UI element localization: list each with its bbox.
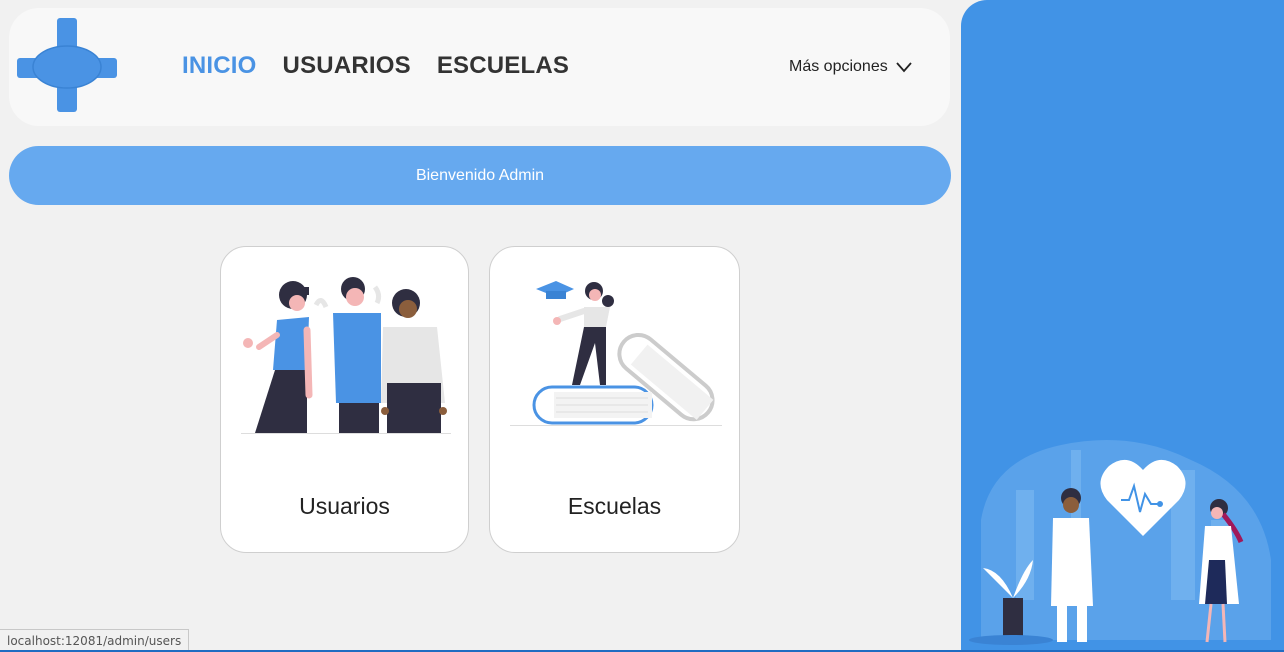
schools-card-label: Escuelas [567, 493, 662, 519]
nav-escuelas[interactable]: ESCUELAS [437, 52, 569, 80]
more-options-label: Más opciones [789, 58, 888, 75]
chevron-down-icon [896, 62, 912, 73]
top-navbar: INICIO USUARIOS ESCUELAS Más opciones [9, 8, 950, 126]
status-url: localhost:12081/admin/users [0, 629, 190, 652]
users-card-label: Usuarios [299, 493, 390, 519]
main-nav: INICIO USUARIOS ESCUELAS [182, 52, 595, 80]
nav-inicio[interactable]: INICIO [182, 52, 257, 80]
side-panel [961, 0, 1284, 652]
doctors-heart-illustration-icon [969, 440, 1271, 645]
users-card[interactable]: Usuarios [220, 246, 469, 553]
people-illustration-icon [241, 277, 451, 434]
nav-usuarios[interactable]: USUARIOS [283, 52, 411, 80]
medical-cross-icon[interactable] [17, 18, 117, 112]
welcome-text: Bienvenido Admin [415, 166, 545, 184]
schools-card[interactable]: Escuelas [489, 246, 740, 553]
more-options-dropdown[interactable]: Más opciones [789, 58, 912, 76]
welcome-banner: Bienvenido Admin [9, 146, 951, 205]
graduate-book-illustration-icon [510, 281, 722, 426]
